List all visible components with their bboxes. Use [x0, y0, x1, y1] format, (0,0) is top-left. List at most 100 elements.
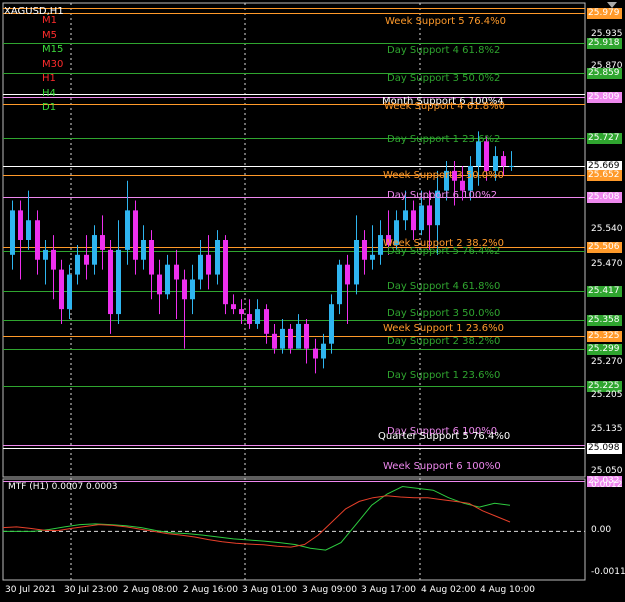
candle [231, 294, 236, 315]
indicator-line-signal [2, 495, 511, 548]
level-label: Day Support 4 61.8%2 [387, 45, 501, 56]
chart-menu-arrow-icon[interactable] [607, 2, 617, 8]
candle [264, 304, 269, 344]
level-label: Day Support 2 38.2%0 [387, 336, 501, 347]
candle-body [165, 264, 170, 295]
candle [26, 190, 31, 250]
level-label: Day Support 1 23.6%0 [387, 370, 501, 381]
candle [304, 319, 309, 364]
time-axis-label: 2 Aug 08:00 [123, 585, 178, 595]
candle [345, 254, 350, 324]
candle-body [264, 309, 269, 334]
price-tag: 25.979 [587, 8, 622, 19]
candle-body [75, 254, 80, 275]
timeframe-m1: M1 [42, 15, 57, 26]
candle-body [18, 210, 23, 240]
candle [354, 215, 359, 295]
candle [296, 314, 301, 349]
level-label: Quarter Support 5 76.4%0 [378, 431, 511, 442]
candle-body [108, 249, 113, 315]
candle-body [345, 264, 350, 285]
candle-body [223, 240, 228, 305]
candle [280, 319, 285, 354]
timeframe-d1: D1 [42, 102, 57, 113]
timeframe-h1: H1 [42, 73, 56, 84]
time-axis-label: 30 Jul 23:00 [64, 585, 118, 595]
level-label: Day Support 5 76.4%2 [387, 246, 501, 257]
time-axis-label: 4 Aug 10:00 [480, 585, 535, 595]
candle [125, 180, 130, 265]
candle [255, 299, 260, 329]
timeframe-m30: M30 [42, 58, 64, 70]
price-axis-label: 25.540 [591, 224, 623, 234]
candle [43, 240, 48, 285]
candle-body [484, 141, 489, 171]
candle [329, 294, 334, 354]
candle-body [411, 210, 416, 231]
candle-body [501, 156, 506, 166]
candle [223, 235, 228, 315]
candle-body [157, 274, 162, 295]
level-label: Week Support 6 100%0 [383, 461, 501, 472]
candle-body [493, 156, 498, 171]
candle [59, 259, 64, 324]
candle-body [362, 240, 367, 260]
indicator-scale-label: 0.00 [591, 525, 612, 535]
candle-body [354, 240, 359, 285]
candle-body [100, 235, 105, 250]
candle [100, 215, 105, 270]
candle-body [133, 210, 138, 260]
candle-body [51, 249, 56, 270]
candle-body [141, 240, 146, 260]
candle [313, 338, 318, 374]
candle [321, 333, 326, 369]
level-label: Day Support 6 100%2 [387, 190, 498, 201]
price-tag: 25.918 [587, 38, 622, 49]
price-tag: 25.325 [587, 331, 622, 342]
candle [215, 230, 220, 285]
price-tag: 25.608 [587, 192, 622, 203]
candle-body [190, 279, 195, 300]
candle-body [174, 264, 179, 280]
candle-body [370, 254, 375, 260]
timeframe-m5: M5 [42, 29, 57, 41]
candle-body [67, 274, 72, 310]
candle-body [296, 323, 301, 349]
time-axis-label: 3 Aug 17:00 [361, 585, 416, 595]
candle [116, 220, 121, 324]
candle [75, 244, 80, 285]
price-tag: 25.098 [587, 443, 622, 454]
level-label: Week Support 1 23.6%0 [383, 323, 504, 334]
price-tag: 25.299 [587, 344, 622, 355]
candle-body [92, 235, 97, 265]
level-label: Week Support 5 76.4%0 [385, 16, 506, 27]
indicator-panel[interactable] [2, 478, 586, 581]
timeframe-h4: H4 [42, 87, 56, 99]
price-tag: 25.652 [587, 170, 622, 181]
price-axis-label: 25.270 [591, 357, 623, 367]
candle-body [215, 240, 220, 275]
candle-body [304, 323, 309, 349]
price-axis-label: 25.870 [591, 61, 623, 71]
timeframe-m15: M15 [42, 44, 64, 55]
candle-body [84, 254, 89, 265]
candle [509, 151, 514, 171]
candle-body [313, 348, 318, 359]
level-label: Week Support 4 61.8%0 [384, 101, 505, 112]
indicator-scale-label: 0.0012 [591, 480, 623, 490]
time-axis-label: 30 Jul 2021 [5, 585, 56, 595]
candle-body [247, 314, 252, 324]
candle [174, 249, 179, 319]
candle [35, 210, 40, 275]
candle-body [26, 220, 31, 240]
candle-body [149, 240, 154, 275]
price-tag: 25.358 [587, 315, 622, 326]
candle-body [198, 254, 203, 280]
indicator-line-main [3, 485, 511, 551]
candle-body [239, 309, 244, 315]
candle [51, 235, 56, 300]
candle-body [288, 328, 293, 349]
price-tag: 25.506 [587, 242, 622, 253]
candle [411, 200, 416, 240]
time-axis-label: 3 Aug 09:00 [302, 585, 357, 595]
